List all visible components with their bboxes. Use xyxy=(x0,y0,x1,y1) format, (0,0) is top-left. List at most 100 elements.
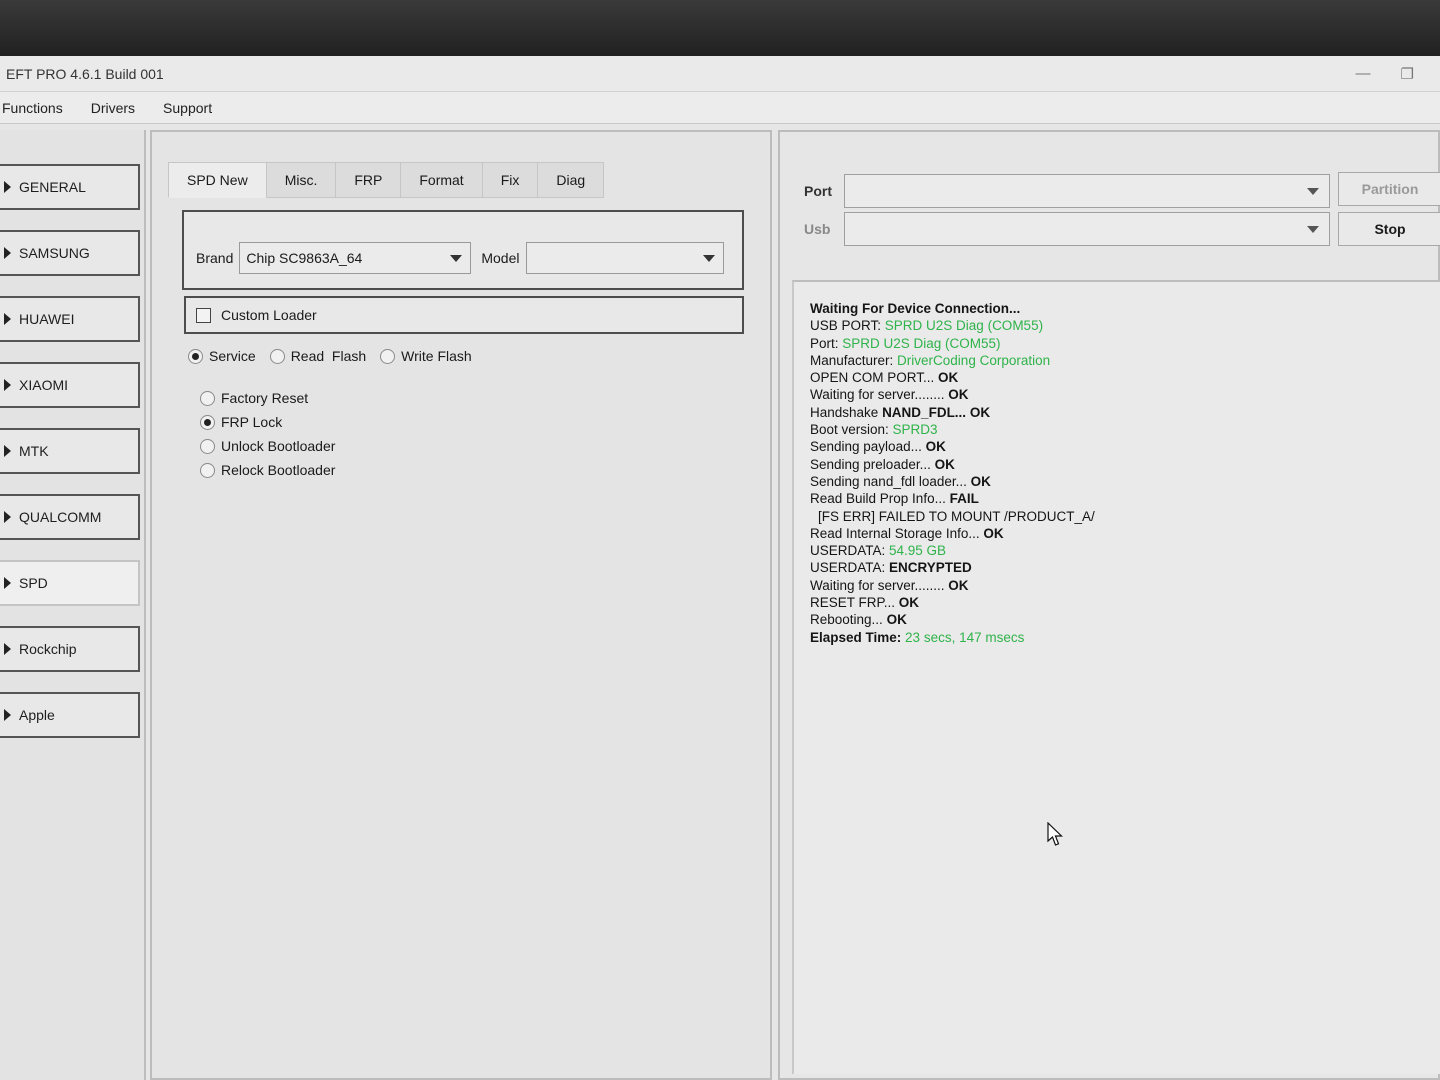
sidebar-item-samsung[interactable]: SAMSUNG xyxy=(0,230,140,276)
log-key: USB PORT: xyxy=(810,318,885,334)
log-key: Rebooting... xyxy=(810,612,887,628)
partition-button[interactable]: Partition xyxy=(1338,172,1440,206)
log-line: Read Build Prop Info... FAIL xyxy=(810,490,1440,507)
triangle-right-icon xyxy=(4,577,11,589)
spd-function-panel: SPD New Misc. FRP Format Fix Diag Brand … xyxy=(150,130,772,1080)
radio-button[interactable] xyxy=(188,348,203,364)
log-line: Read Internal Storage Info... OK xyxy=(810,525,1440,542)
log-key: Elapsed Time: xyxy=(810,629,906,645)
log-key: Read Build Prop Info... xyxy=(810,491,950,507)
sidebar-item-label: Rockchip xyxy=(19,641,77,657)
sidebar-item-qualcomm[interactable]: QUALCOMM xyxy=(0,494,140,540)
usb-label: Usb xyxy=(804,221,831,237)
triangle-right-icon xyxy=(4,379,11,391)
device-selection-group: Brand Chip SC9863A_64 Model xyxy=(182,210,744,290)
log-key: NAND_FDL... xyxy=(882,404,970,420)
triangle-right-icon xyxy=(4,445,11,457)
window-title: EFT PRO 4.6.1 Build 001 xyxy=(6,65,164,82)
triangle-right-icon xyxy=(4,511,11,523)
log-line: Sending payload... OK xyxy=(810,438,1440,455)
radio-button[interactable] xyxy=(200,438,215,454)
function-tabs: SPD New Misc. FRP Format Fix Diag xyxy=(168,162,605,198)
radio-button[interactable] xyxy=(200,414,215,430)
log-value: OK xyxy=(938,370,959,386)
sidebar-item-general[interactable]: GENERAL xyxy=(0,164,140,210)
log-line: Sending nand_fdl loader... OK xyxy=(810,473,1440,490)
port-label: Port xyxy=(804,183,832,199)
mode-service-option[interactable]: Service xyxy=(188,348,256,364)
sidebar-item-mtk[interactable]: MTK xyxy=(0,428,140,474)
op-factory-reset-option[interactable]: Factory Reset xyxy=(200,390,335,406)
tab-fix[interactable]: Fix xyxy=(481,162,539,198)
log-line: USERDATA: ENCRYPTED xyxy=(810,559,1440,576)
mode-service-label: Service xyxy=(209,348,256,364)
radio-button[interactable] xyxy=(200,462,215,478)
op-unlock-bootloader-option[interactable]: Unlock Bootloader xyxy=(200,438,335,454)
operation-radio-group: Factory Reset FRP Lock Unlock Bootloader… xyxy=(200,390,335,478)
op-relock-bootloader-option[interactable]: Relock Bootloader xyxy=(200,462,335,478)
op-frp-lock-label: FRP Lock xyxy=(221,414,283,430)
minimize-icon[interactable]: — xyxy=(1356,65,1371,83)
usb-select[interactable] xyxy=(844,212,1330,246)
title-bar: EFT PRO 4.6.1 Build 001 — ❐ xyxy=(0,56,1440,92)
menu-drivers[interactable]: Drivers xyxy=(77,100,149,116)
sidebar-item-label: QUALCOMM xyxy=(19,509,102,525)
sidebar-item-rockchip[interactable]: Rockchip xyxy=(0,626,140,672)
brand-sidebar: GENERAL SAMSUNG HUAWEI XIAOMI MTK QUALCO… xyxy=(0,130,146,1080)
restore-icon[interactable]: ❐ xyxy=(1401,65,1414,83)
log-line: RESET FRP... OK xyxy=(810,594,1440,611)
model-select[interactable] xyxy=(525,242,724,274)
sidebar-item-huawei[interactable]: HUAWEI xyxy=(0,296,140,342)
op-unlock-bootloader-label: Unlock Bootloader xyxy=(221,438,336,454)
tab-spd-new[interactable]: SPD New xyxy=(168,162,267,198)
mode-write-flash-label: Write Flash xyxy=(401,348,472,364)
sidebar-item-apple[interactable]: Apple xyxy=(0,692,140,738)
brand-model-row: Brand Chip SC9863A_64 Model xyxy=(196,242,724,274)
brand-label: Brand xyxy=(196,250,234,266)
log-key: Port: xyxy=(810,335,843,351)
triangle-right-icon xyxy=(4,313,11,325)
log-line: Rebooting... OK xyxy=(810,611,1440,628)
log-key: USERDATA: xyxy=(810,560,890,576)
log-line: Sending preloader... OK xyxy=(810,456,1440,473)
log-key: Sending payload... xyxy=(810,439,926,455)
sidebar-item-label: Apple xyxy=(19,707,55,723)
log-value: OK xyxy=(886,612,907,628)
mode-read-flash-option[interactable]: Read Flash xyxy=(269,348,366,364)
stop-button[interactable]: Stop xyxy=(1338,212,1440,246)
op-factory-reset-label: Factory Reset xyxy=(221,390,309,406)
menu-functions[interactable]: Functions xyxy=(0,100,77,116)
log-value: OK xyxy=(925,439,946,455)
sidebar-item-xiaomi[interactable]: XIAOMI xyxy=(0,362,140,408)
log-line: Waiting For Device Connection... xyxy=(810,301,1021,316)
sidebar-item-spd[interactable]: SPD xyxy=(0,560,140,606)
radio-button[interactable] xyxy=(269,348,285,364)
log-key: Manufacturer: xyxy=(810,352,898,368)
menu-support[interactable]: Support xyxy=(149,100,226,116)
custom-loader-checkbox[interactable] xyxy=(196,307,211,323)
brand-select[interactable]: Chip SC9863A_64 xyxy=(239,242,472,274)
tab-frp[interactable]: FRP xyxy=(335,162,402,198)
tab-misc[interactable]: Misc. xyxy=(265,162,337,198)
port-select[interactable] xyxy=(844,174,1330,208)
operation-log: Waiting For Device Connection... USB POR… xyxy=(792,280,1440,1074)
log-line: Port: SPRD U2S Diag (COM55) xyxy=(810,335,1440,352)
chevron-down-icon xyxy=(450,255,463,262)
log-key: Sending preloader... xyxy=(810,456,935,472)
radio-button[interactable] xyxy=(380,348,396,364)
usb-row: Usb xyxy=(804,212,1330,246)
mode-radio-group: Service Read Flash Write Flash xyxy=(188,348,472,364)
log-value: OK xyxy=(948,577,969,593)
sidebar-item-label: XIAOMI xyxy=(19,377,69,393)
radio-button[interactable] xyxy=(200,390,215,406)
mode-write-flash-option[interactable]: Write Flash xyxy=(380,348,472,364)
tab-diag[interactable]: Diag xyxy=(537,162,605,198)
log-key: USERDATA: xyxy=(810,543,890,559)
log-line: USB PORT: SPRD U2S Diag (COM55) xyxy=(810,317,1440,334)
log-value: OK xyxy=(948,387,969,403)
tab-format[interactable]: Format xyxy=(400,162,483,198)
op-frp-lock-option[interactable]: FRP Lock xyxy=(200,414,335,430)
log-key: Waiting for server........ xyxy=(810,577,949,593)
log-value: 54.95 GB xyxy=(889,543,947,559)
chevron-down-icon xyxy=(702,255,715,262)
